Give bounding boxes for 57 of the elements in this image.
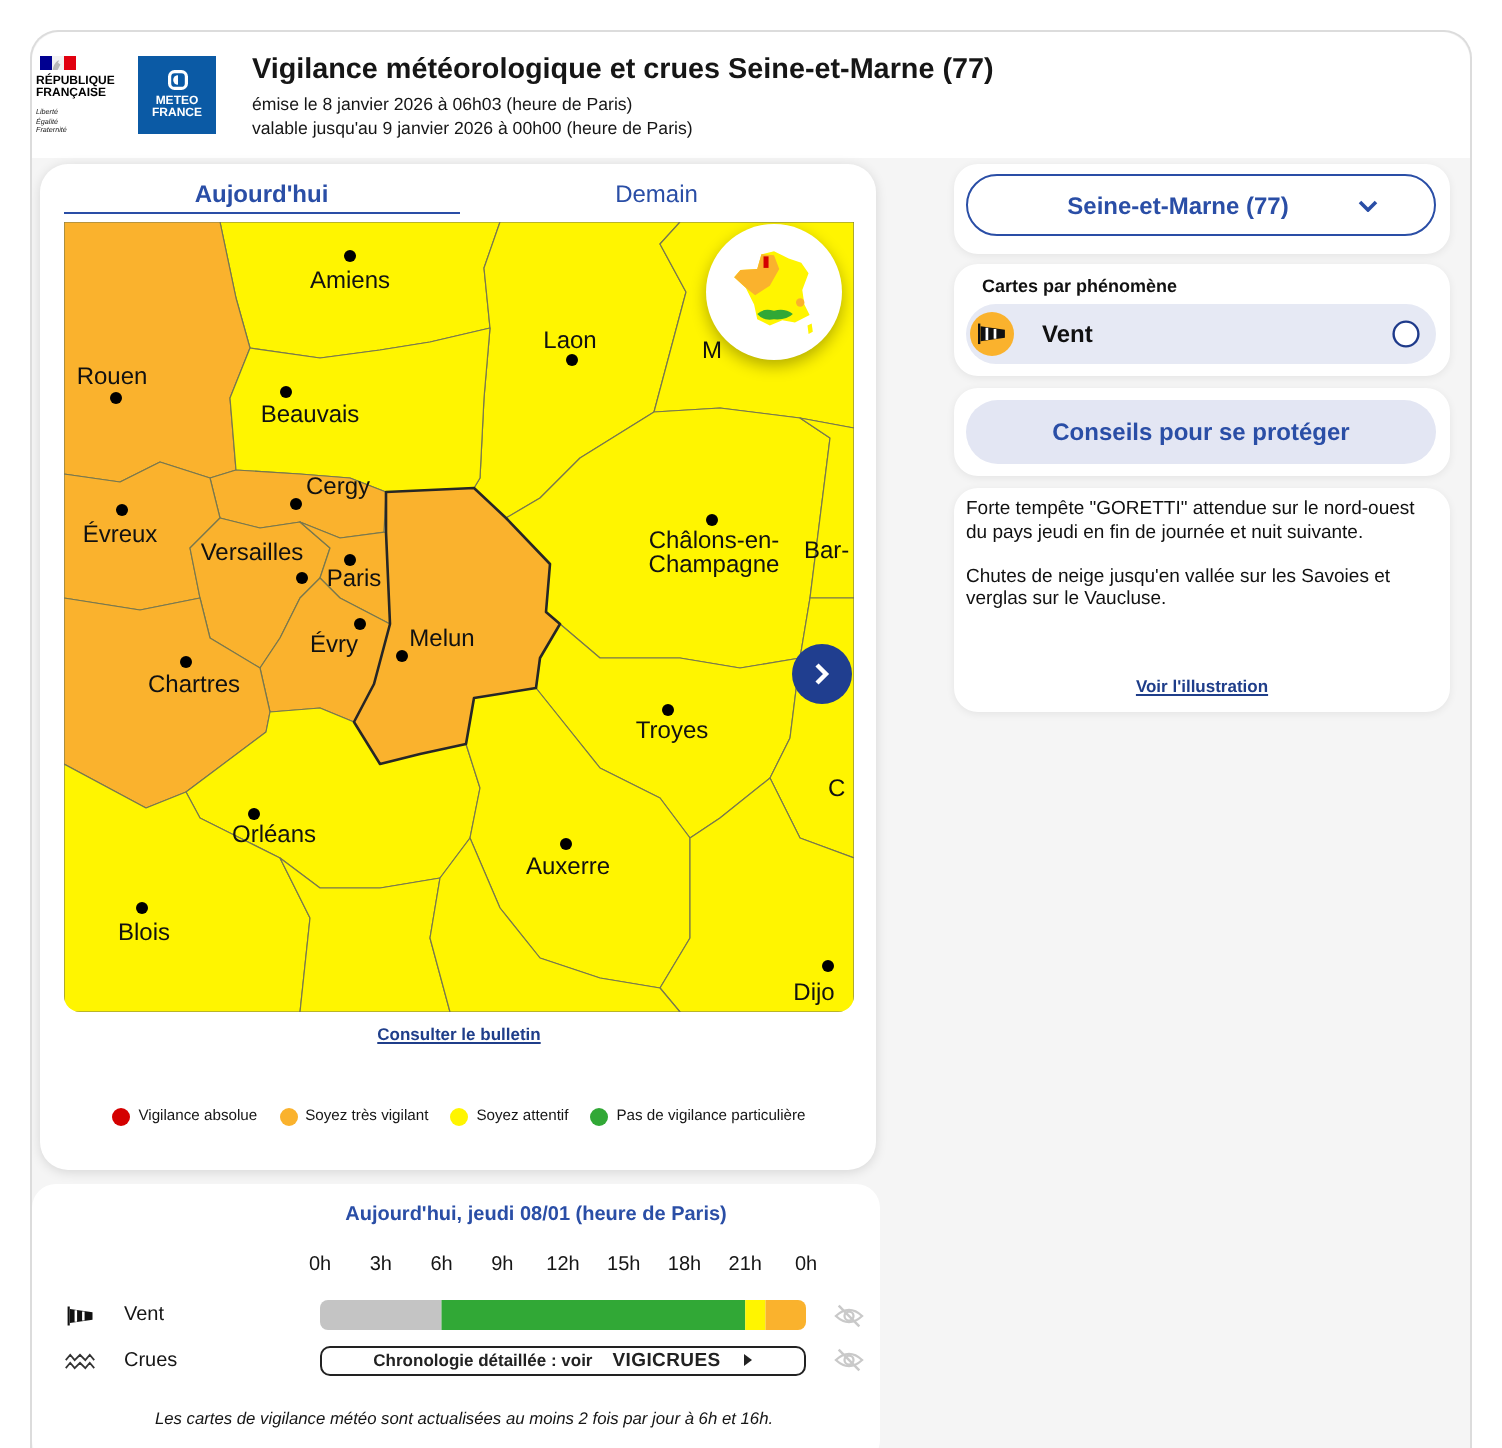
city-label: Amiens <box>310 268 390 292</box>
city-label: Rouen <box>76 364 148 388</box>
city-label: Melun <box>409 626 475 650</box>
hour-label: 12h <box>546 1254 580 1278</box>
validity-date-text: valable jusqu'au 9 janvier 2026 à 00h00 (heure de Paris) <box>252 115 695 139</box>
city-label: M <box>702 338 722 362</box>
chevron-right-icon <box>814 662 830 686</box>
waves-icon <box>64 1351 96 1369</box>
radio-icon[interactable] <box>1392 320 1420 348</box>
day-tab[interactable]: Aujourd'hui <box>64 174 459 214</box>
city-label: Orléans <box>231 822 317 846</box>
city-label: Versailles <box>200 540 304 564</box>
emblem-icon <box>167 69 187 90</box>
hour-label: 0h <box>308 1254 332 1278</box>
flag-icon <box>40 55 76 70</box>
hour-label: 3h <box>369 1254 392 1278</box>
chevron-down-icon <box>1358 199 1378 211</box>
city-label: Auxerre <box>525 854 611 878</box>
caret-right-icon <box>744 1354 753 1366</box>
france-map-icon <box>732 248 816 336</box>
city-label: Paris <box>326 566 382 590</box>
row-label: Crues <box>124 1347 180 1375</box>
hour-label: 18h <box>667 1254 702 1278</box>
windsock-icon <box>66 1305 94 1325</box>
city-label: Évreux <box>82 522 158 546</box>
city-label: Laon <box>543 328 597 352</box>
alert-text: Forte tempête "GORETTI" attendue sur le nord-ouest du pays jeudi en fin de journée et nuit suivante. <box>966 498 1417 544</box>
city-label: Bar- <box>804 538 850 562</box>
hour-label: 9h <box>491 1254 514 1278</box>
issue-date-text: émise le 8 janvier 2026 à 06h03 (heure de Paris) <box>252 91 635 115</box>
day-tab[interactable]: Demain <box>459 174 854 214</box>
city-label: Blois <box>118 920 170 944</box>
department-select[interactable]: Seine-et-Marne (77) <box>966 174 1436 236</box>
section-title: Cartes par phénomène <box>980 276 1180 296</box>
bulletin-link[interactable]: Consulter le bulletin <box>377 1024 541 1044</box>
department-shape[interactable] <box>209 469 387 539</box>
city-label: Évry <box>310 632 358 656</box>
hour-label: 6h <box>430 1254 453 1278</box>
advice-button[interactable]: Conseils pour se protéger <box>966 400 1436 464</box>
city-label: Cergy <box>306 474 370 498</box>
alert-text: Chutes de neige jusqu'en vallée sur les Savoies et verglas sur le Vaucluse. <box>966 565 1393 611</box>
hour-label: 15h <box>607 1254 641 1278</box>
city-label: Troyes <box>635 718 709 742</box>
hour-label: 0h <box>794 1254 818 1278</box>
city-label: Dijo <box>793 980 835 1004</box>
illustration-link[interactable]: Voir l'illustration <box>1135 675 1269 695</box>
phenomenon-option[interactable]: Vent <box>966 304 1436 364</box>
timeline-title: Aujourd'hui, jeudi 08/01 (heure de Paris) <box>343 1204 729 1228</box>
footnote-text: Les cartes de vigilance météo sont actualisées au moins 2 fois par jour à 6h et 16h. <box>152 1408 776 1430</box>
city-label: Beauvais <box>260 402 360 426</box>
hour-label: 21h <box>728 1254 762 1278</box>
city-label: Chartres <box>148 672 240 696</box>
page-title: Vigilance météorologique et crues Seine-et-Marne (77) <box>252 51 994 87</box>
vigicrues-button[interactable]: Chronologie détaillée : voir VIGICRUES <box>320 1345 806 1375</box>
row-label: Vent <box>124 1302 167 1330</box>
city-label: Châlons-en-Champagne <box>646 528 782 576</box>
city-label: C <box>828 776 846 800</box>
